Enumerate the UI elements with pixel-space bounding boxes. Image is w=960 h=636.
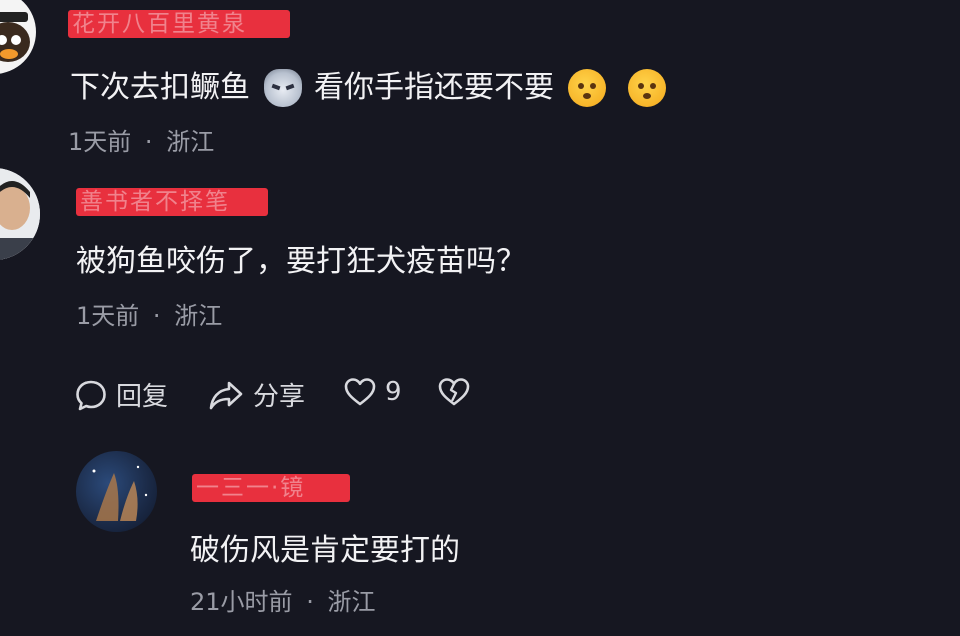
dislike-button[interactable] bbox=[437, 376, 471, 408]
comment-text-part: 破伤风是肯定要打的 bbox=[190, 533, 460, 568]
chat-bubble-icon bbox=[76, 380, 106, 410]
like-count: 9 bbox=[385, 377, 402, 407]
anxious-face-emoji-icon bbox=[628, 69, 666, 107]
comment-text: 被狗鱼咬伤了，要打狂犬疫苗吗？ bbox=[76, 242, 526, 282]
meta-separator: · bbox=[144, 128, 153, 156]
comment-meta: 21小时前 · 浙江 bbox=[190, 587, 375, 617]
share-arrow-icon bbox=[209, 381, 243, 409]
comment-time: 1天前 bbox=[76, 302, 140, 330]
cat-emoji-icon bbox=[264, 69, 302, 107]
comment-meta: 1天前 · 浙江 bbox=[68, 127, 214, 157]
author-name-redacted[interactable]: 花开八百里黄泉 bbox=[68, 10, 290, 38]
comment-time: 1天前 bbox=[68, 128, 132, 156]
comment-text-part: 被狗鱼咬伤了，要打狂犬疫苗吗？ bbox=[76, 244, 526, 279]
avatar[interactable] bbox=[76, 451, 157, 532]
comment-text-part: 下次去扣鳜鱼 bbox=[70, 70, 250, 105]
reply-button[interactable]: 回复 bbox=[74, 376, 168, 413]
comment-text-part: 看你手指还要不要 bbox=[314, 70, 554, 105]
share-label: 分享 bbox=[253, 382, 306, 412]
comment-meta: 1天前 · 浙江 bbox=[76, 301, 222, 331]
comment-location: 浙江 bbox=[166, 128, 215, 156]
avatar-cartoon-icon bbox=[0, 12, 30, 62]
meta-separator: · bbox=[306, 588, 314, 616]
author-name: 善书者不择笔 bbox=[80, 189, 230, 215]
broken-heart-icon bbox=[438, 378, 470, 406]
avatar[interactable] bbox=[0, 0, 36, 74]
comment-text: 下次去扣鳜鱼 看你手指还要不要 bbox=[70, 68, 666, 108]
comment-text: 破伤风是肯定要打的 bbox=[190, 531, 460, 571]
author-name: 花开八百里黄泉 bbox=[72, 11, 247, 37]
meta-separator: · bbox=[152, 302, 161, 330]
author-name-redacted[interactable]: 一三一·镜 bbox=[192, 474, 350, 502]
author-name: 一三一·镜 bbox=[196, 475, 306, 501]
avatar-nebula-icon bbox=[92, 465, 148, 521]
comment-location: 浙江 bbox=[174, 302, 223, 330]
comment-time: 21小时前 bbox=[190, 588, 293, 616]
like-button[interactable]: 9 bbox=[343, 376, 402, 408]
avatar[interactable] bbox=[0, 168, 40, 260]
avatar-photo-icon bbox=[0, 168, 40, 260]
author-name-redacted[interactable]: 善书者不择笔 bbox=[76, 188, 268, 216]
anxious-face-emoji-icon bbox=[568, 69, 606, 107]
share-button[interactable]: 分享 bbox=[207, 376, 305, 413]
heart-icon bbox=[344, 378, 376, 406]
reply-label: 回复 bbox=[116, 382, 169, 412]
comment-location: 浙江 bbox=[327, 588, 376, 616]
